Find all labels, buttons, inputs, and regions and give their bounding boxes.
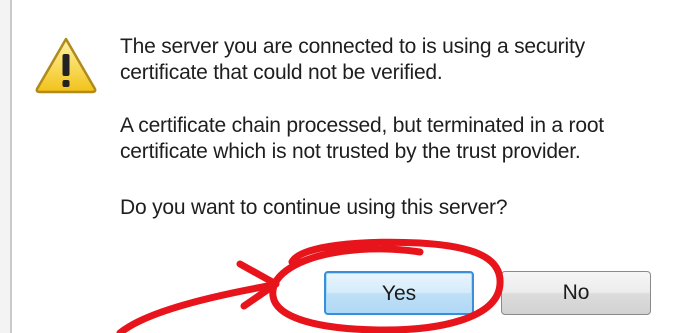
warning-icon bbox=[35, 37, 97, 94]
certificate-warning-message: The server you are connected to is using… bbox=[120, 35, 585, 84]
continue-question: Do you want to continue using this serve… bbox=[120, 196, 508, 219]
no-button[interactable]: No bbox=[501, 271, 651, 315]
yes-button[interactable]: Yes bbox=[324, 271, 474, 315]
security-warning-dialog: The server you are connected to is using… bbox=[10, 0, 676, 333]
certificate-chain-message: A certificate chain processed, but termi… bbox=[120, 114, 604, 163]
